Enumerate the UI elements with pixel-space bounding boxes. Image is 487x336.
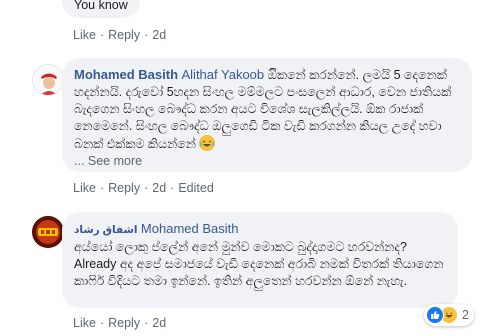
edited-label[interactable]: Edited [178, 181, 213, 195]
comment-actions: Like · Reply · 2d · Edited [73, 181, 214, 195]
comment-timestamp[interactable]: 2d [152, 181, 166, 195]
comment-bubble-top: You know [62, 0, 140, 18]
reactions-summary[interactable]: 2 [424, 304, 474, 326]
comment-text: අය්යෝ ලොකු ප්ලේන් අනේ මුන්ව මොකට බුද්දාග… [74, 240, 444, 288]
reply-button[interactable]: Reply [108, 28, 140, 42]
reply-button[interactable]: Reply [108, 316, 140, 330]
comment-actions: Like · Reply · 2d [73, 316, 167, 330]
comment-author[interactable]: Mohamed Basith [74, 67, 178, 82]
reaction-count: 2 [462, 308, 469, 322]
like-icon [426, 306, 444, 324]
avatar-logo-icon [32, 216, 64, 248]
laugh-cry-emoji-icon [199, 135, 216, 151]
avatar-person-icon [33, 65, 63, 95]
tagged-user[interactable]: Alithaf Yakoob [182, 67, 265, 82]
comment-actions: Like · Reply · 2d [73, 28, 167, 42]
comment-timestamp[interactable]: 2d [152, 28, 166, 42]
avatar[interactable] [32, 216, 64, 248]
comment-bubble: Mohamed Basith Alithaf Yakoob ඔිකනේ කරන්… [62, 58, 472, 172]
comment-text: You know [74, 0, 128, 12]
like-button[interactable]: Like [73, 28, 96, 42]
comment-text-first: ඔිකනේ කරන්නේ. ලමයි 5 [264, 68, 401, 82]
like-button[interactable]: Like [73, 181, 96, 195]
avatar[interactable] [32, 64, 64, 96]
comment-timestamp[interactable]: 2d [152, 316, 166, 330]
comment-bubble: اشفاق رشاد Mohamed Basith අය්යෝ ලොකු ප්ල… [62, 212, 458, 308]
see-more-link[interactable]: ... See more [74, 154, 142, 168]
tagged-user[interactable]: Mohamed Basith [141, 221, 239, 236]
reply-button[interactable]: Reply [108, 181, 140, 195]
like-button[interactable]: Like [73, 316, 96, 330]
comment-author[interactable]: اشفاق رشاد [74, 224, 137, 236]
